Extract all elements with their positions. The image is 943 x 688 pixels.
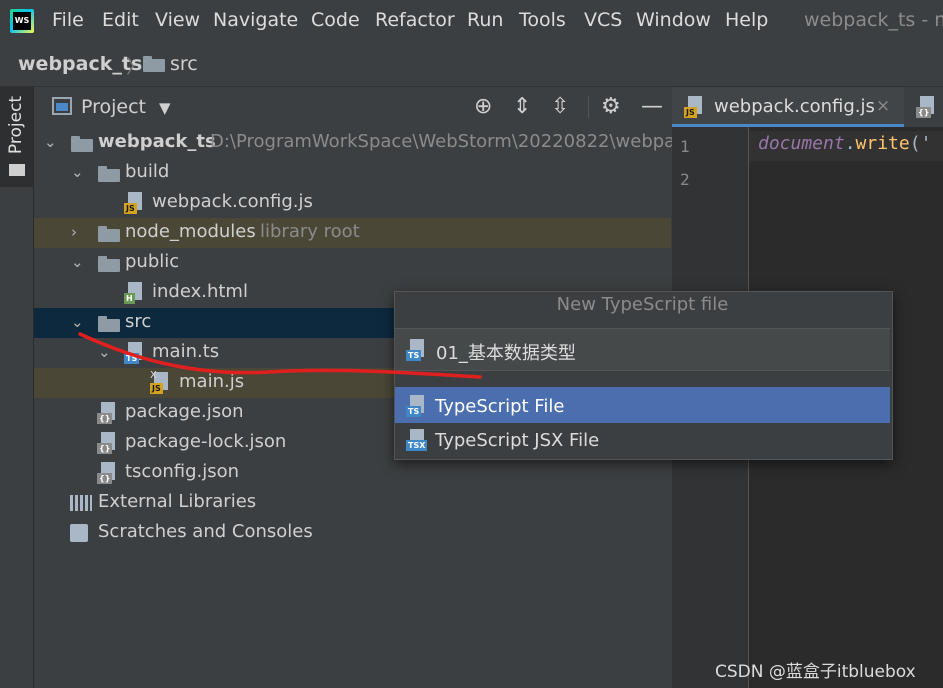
ts-file-icon: TS	[406, 395, 428, 417]
locate-icon[interactable]: ⊕	[474, 94, 492, 119]
dialog-title: New TypeScript file	[556, 294, 729, 315]
file-name-value[interactable]: 01_基本数据类型	[436, 339, 576, 365]
code-line[interactable]: document.write('	[758, 133, 931, 154]
editor-tab-label[interactable]: webpack.config.js	[714, 96, 875, 117]
tree-item-label: webpack_ts	[98, 131, 216, 152]
tree-item-label: main.ts	[152, 341, 220, 362]
line-number: 1	[680, 137, 690, 156]
menu-edit[interactable]: Edit	[102, 9, 139, 31]
folder-icon	[98, 226, 120, 242]
json-file-icon[interactable]: {}	[916, 96, 938, 118]
tree-item-label: public	[125, 251, 180, 272]
tree-item-label: main.js	[179, 371, 245, 392]
menu-file[interactable]: File	[52, 9, 84, 31]
chevron-down-icon[interactable]: ⌄	[71, 253, 84, 271]
folder-icon	[71, 136, 93, 152]
menu-window[interactable]: Window	[636, 9, 711, 31]
menu-code[interactable]: Code	[311, 9, 360, 31]
ts-file-icon: TS	[406, 339, 428, 361]
minimize-icon[interactable]: —	[641, 94, 663, 119]
project-panel-title[interactable]: Project	[81, 96, 146, 118]
expand-all-icon[interactable]: ⇕	[513, 94, 531, 119]
tree-item-label: node_modules	[125, 221, 256, 242]
tree-item-node-modules[interactable]: › node_modules library root	[34, 218, 671, 248]
line-number: 2	[680, 170, 690, 189]
tree-item-label: src	[125, 311, 152, 332]
menu-tools[interactable]: Tools	[519, 9, 566, 31]
tree-item-root[interactable]: ⌄ webpack_ts D:\ProgramWorkSpace\WebStor…	[34, 128, 685, 158]
chevron-down-icon[interactable]: ▼	[159, 99, 171, 117]
collapse-all-icon[interactable]: ⇳	[551, 94, 569, 119]
menu-vcs[interactable]: VCS	[584, 9, 622, 31]
tree-item-label: Scratches and Consoles	[98, 521, 313, 542]
project-view-icon	[52, 97, 72, 115]
tree-item-tsconfig[interactable]: {} tsconfig.json	[34, 458, 671, 488]
folder-icon	[9, 164, 25, 176]
tree-item-label: package-lock.json	[125, 431, 287, 452]
chevron-down-icon[interactable]: ⌄	[71, 163, 84, 181]
json-file-icon: {}	[97, 402, 119, 424]
js-excluded-file-icon: JS X	[150, 370, 172, 394]
breadcrumb-src[interactable]: src	[170, 53, 198, 75]
library-icon	[70, 495, 92, 511]
chevron-down-icon[interactable]: ⌄	[71, 313, 84, 331]
tree-item-label: index.html	[152, 281, 248, 302]
tree-item-label: External Libraries	[98, 491, 257, 512]
divider	[588, 96, 589, 118]
tree-item-scratches[interactable]: Scratches and Consoles	[34, 518, 671, 548]
tree-item-webpack-config[interactable]: JS webpack.config.js	[34, 188, 671, 218]
tree-item-public[interactable]: ⌄ public	[34, 248, 671, 278]
menu-navigate[interactable]: Navigate	[213, 9, 298, 31]
tree-item-label: build	[125, 161, 170, 182]
scratches-icon	[70, 524, 88, 542]
json-file-icon: {}	[97, 432, 119, 454]
folder-icon	[98, 316, 120, 332]
breadcrumb-project[interactable]: webpack_ts	[18, 53, 142, 75]
option-typescript-jsx-file[interactable]: TypeScript JSX File	[435, 430, 599, 451]
html-file-icon: H	[124, 282, 146, 304]
close-icon[interactable]: ×	[876, 96, 890, 116]
tree-item-external-libraries[interactable]: External Libraries	[34, 488, 671, 518]
json-file-icon: {}	[97, 462, 119, 484]
gear-icon[interactable]: ⚙	[601, 94, 621, 119]
js-file-icon: JS	[124, 192, 146, 214]
menu-view[interactable]: View	[155, 9, 200, 31]
tree-item-build[interactable]: ⌄ build	[34, 158, 671, 188]
menu-run[interactable]: Run	[467, 9, 503, 31]
menu-help[interactable]: Help	[725, 9, 768, 31]
tree-item-label: tsconfig.json	[125, 461, 240, 482]
window-title: webpack_ts - ma	[804, 9, 943, 31]
tree-item-path: D:\ProgramWorkSpace\WebStorm\20220822\we…	[210, 131, 686, 152]
ts-file-icon: TS	[124, 342, 146, 364]
library-root-tag: library root	[260, 221, 360, 242]
tsx-file-icon: TSX	[406, 429, 428, 451]
folder-icon	[98, 256, 120, 272]
js-file-icon: JS	[684, 96, 706, 118]
chevron-right-icon[interactable]: ›	[71, 223, 77, 241]
tree-item-label: webpack.config.js	[152, 191, 313, 212]
chevron-down-icon[interactable]: ⌄	[44, 133, 57, 151]
tree-item-label: package.json	[125, 401, 244, 422]
webstorm-logo-icon[interactable]: WS	[10, 9, 34, 33]
folder-icon	[143, 56, 165, 72]
chevron-down-icon[interactable]: ⌄	[98, 343, 111, 361]
menu-refactor[interactable]: Refactor	[375, 9, 455, 31]
folder-icon	[98, 166, 120, 182]
project-tool-tab-label[interactable]: Project	[6, 96, 26, 154]
watermark: CSDN @蓝盒子itbluebox	[715, 662, 916, 682]
option-label[interactable]: TypeScript File	[435, 396, 564, 417]
